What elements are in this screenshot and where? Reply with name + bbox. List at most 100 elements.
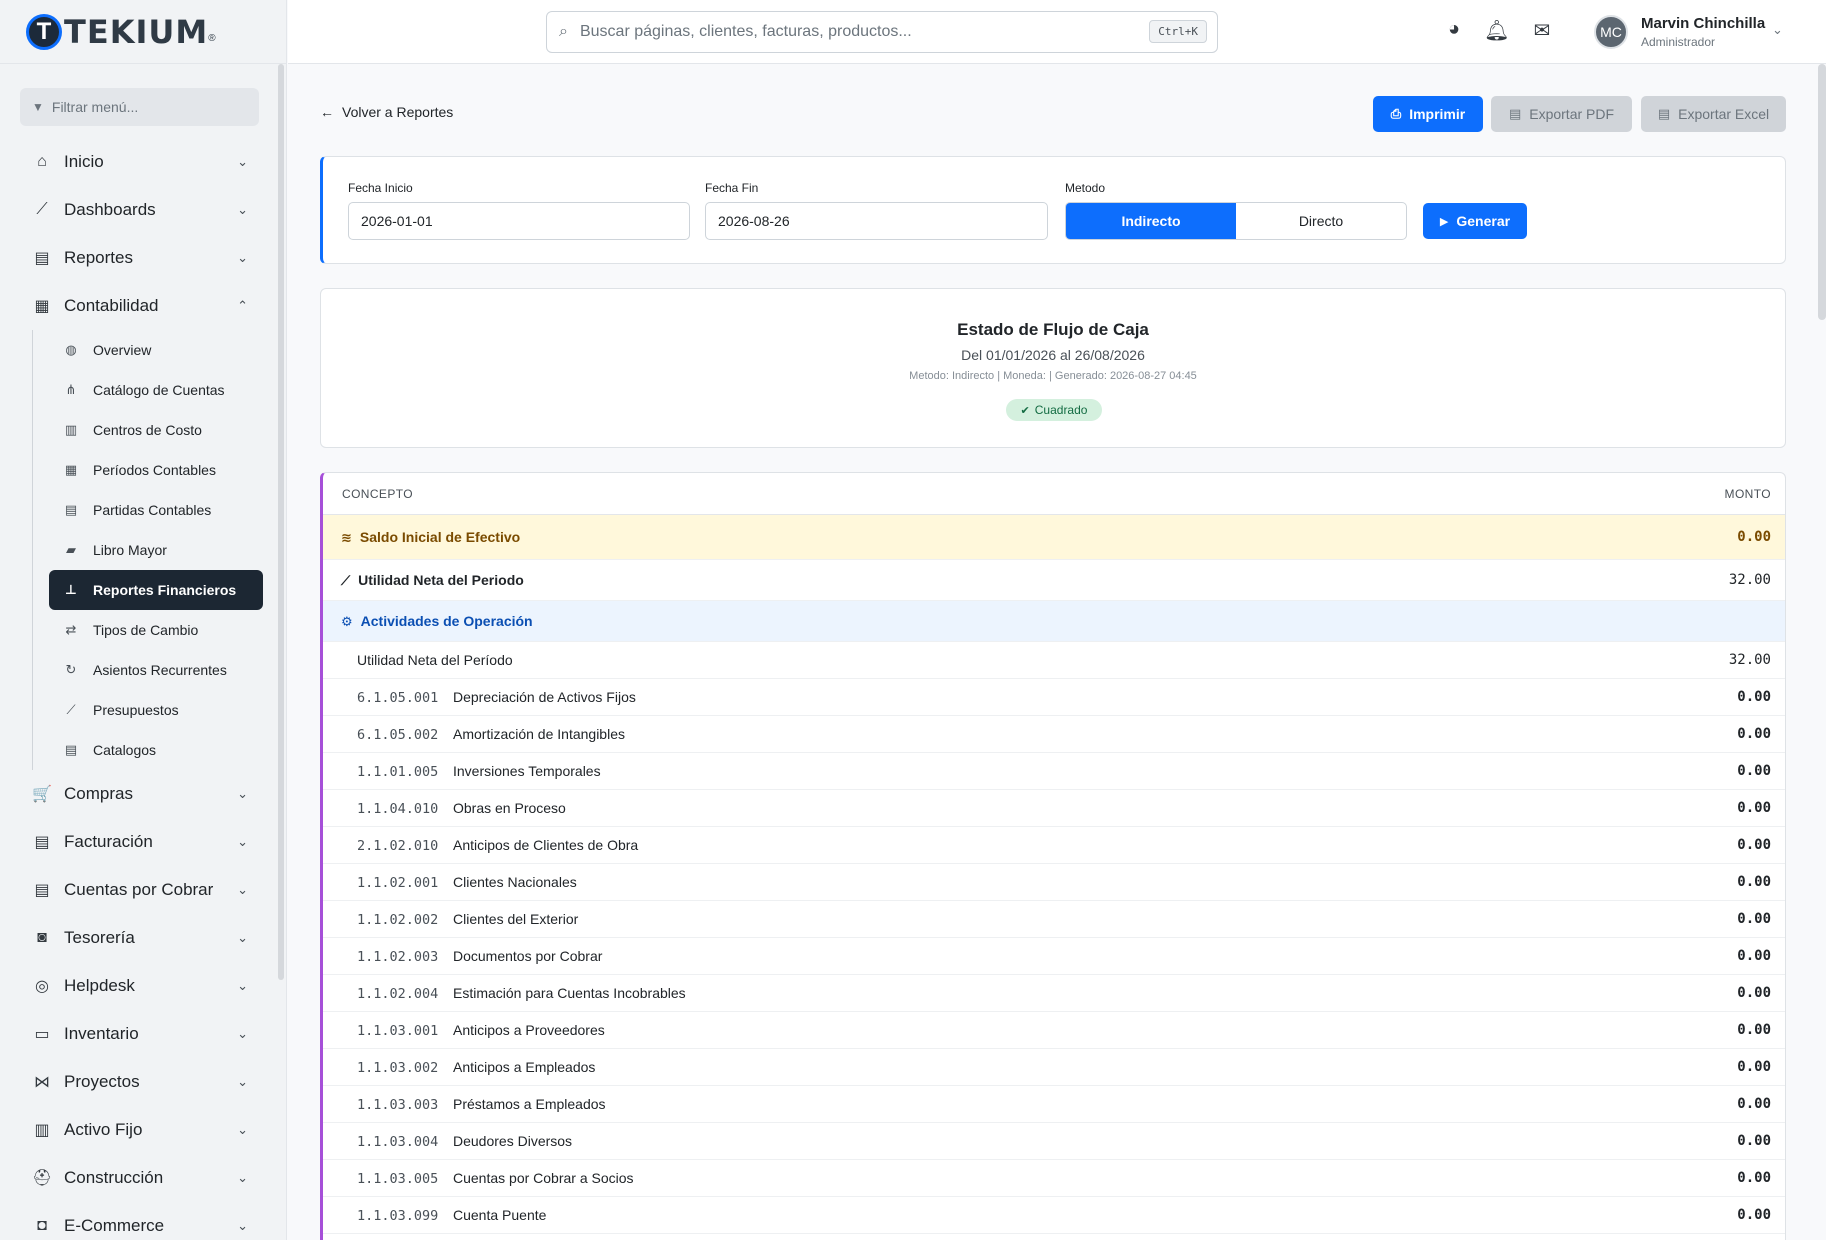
sidebar-item-construccion[interactable]: ⛑ Construcción ⌄: [0, 1154, 286, 1202]
sidebar-subitem-libro-mayor[interactable]: ▰ Libro Mayor: [49, 530, 263, 570]
generate-button[interactable]: ▶ Generar: [1423, 203, 1527, 239]
calendar-icon: ▦: [64, 462, 78, 477]
hard-hat-icon: ⛑: [32, 1170, 53, 1187]
row-amount: 0.00: [1737, 948, 1771, 964]
column-concept: CONCEPTO: [342, 486, 413, 501]
export-pdf-label: Exportar PDF: [1529, 106, 1615, 122]
sidebar-item-label: Contabilidad: [64, 296, 159, 315]
account-name: Cuenta Puente: [453, 1206, 547, 1223]
row-amount: 0.00: [1737, 1096, 1771, 1112]
table-row: 1.1.03.002 Anticipos a Empleados 0.00: [323, 1049, 1785, 1086]
export-pdf-button[interactable]: ▤ Exportar PDF: [1491, 96, 1632, 132]
sidebar-item-cuentas-cobrar[interactable]: ▤ Cuentas por Cobrar ⌄: [0, 866, 286, 914]
table-row: 1.1.04.010 Obras en Proceso 0.00: [323, 790, 1785, 827]
avatar[interactable]: MC: [1594, 15, 1628, 49]
sidebar-item-proyectos[interactable]: ⋈ Proyectos ⌄: [0, 1058, 286, 1106]
sidebar-subitem-presupuestos[interactable]: ⟋ Presupuestos: [49, 690, 263, 730]
account-name: Cuentas por Cobrar a Socios: [453, 1169, 634, 1186]
chevron-down-icon[interactable]: ⌄: [1772, 22, 1783, 38]
account-name: Clientes del Exterior: [453, 910, 579, 927]
line-chart-icon: ⟋: [66, 702, 76, 717]
sidebar-subitem-partidas[interactable]: ▤ Partidas Contables: [49, 490, 263, 530]
bell-icon[interactable]: 🔔︎: [1484, 18, 1509, 43]
user-name[interactable]: Marvin Chinchilla: [1641, 15, 1765, 32]
sidebar-item-inventario[interactable]: ▭ Inventario ⌄: [0, 1010, 286, 1058]
end-date-input[interactable]: 2026-08-26: [705, 202, 1048, 240]
sidebar-item-contabilidad[interactable]: ▦ Contabilidad ⌃: [0, 282, 286, 330]
logo-mark-icon: T: [26, 13, 62, 50]
sidebar-subitem-overview[interactable]: ◍ Overview: [49, 330, 263, 370]
export-excel-button[interactable]: ▤ Exportar Excel: [1641, 96, 1786, 132]
column-amount: MONTO: [1724, 486, 1771, 501]
brand-name: TEKIUM: [64, 12, 209, 51]
row-amount: 0.00: [1737, 1133, 1771, 1149]
table-row: 1.1.03.004 Deudores Diversos 0.00: [323, 1123, 1785, 1160]
print-label: Imprimir: [1409, 106, 1466, 122]
table-row: 1.1.02.002 Clientes del Exterior 0.00: [323, 901, 1785, 938]
sidebar-item-facturacion[interactable]: ▤ Facturación ⌄: [0, 818, 286, 866]
brand-logo[interactable]: T TEKIUM ®: [0, 0, 286, 64]
building-icon: ▥: [64, 422, 78, 437]
table-row-net-income: ⟋ Utilidad Neta del Periodo 32.00: [323, 560, 1785, 601]
sidebar-item-label: Facturación: [64, 832, 153, 851]
row-amount: 0.00: [1737, 837, 1771, 853]
table-row: 1.1.03.005 Cuentas por Cobrar a Socios 0.0…: [323, 1160, 1785, 1197]
sidebar-subitem-catalogo-cuentas[interactable]: ⋔ Catálogo de Cuentas: [49, 370, 263, 410]
file-icon: ▤: [34, 250, 50, 267]
sidebar-item-helpdesk[interactable]: ◎ Helpdesk ⌄: [0, 962, 286, 1010]
chevron-down-icon: ⌄: [237, 250, 248, 265]
file-pdf-icon: ▤: [1508, 106, 1522, 121]
account-name: Estimación para Cuentas Incobrables: [453, 984, 686, 1001]
line-chart-icon: ⟋: [341, 572, 351, 588]
account-code: 1.1.02.002: [357, 911, 439, 928]
sidebar-subitem-catalogos[interactable]: ▤ Catalogos: [49, 730, 263, 770]
vault-icon: ◙: [37, 929, 47, 946]
row-amount: 0.00: [1737, 1170, 1771, 1186]
project-diagram-icon: ⋈: [34, 1074, 50, 1091]
sidebar-item-label: Inventario: [64, 1024, 139, 1043]
sidebar-subitem-asientos[interactable]: ↻ Asientos Recurrentes: [49, 650, 263, 690]
sidebar-item-activo-fijo[interactable]: ▥ Activo Fijo ⌄: [0, 1106, 286, 1154]
sidebar-item-compras[interactable]: 🛒 Compras ⌄: [0, 770, 286, 818]
sidebar-item-inicio[interactable]: ⌂ Inicio ⌄: [0, 138, 286, 186]
sidebar-item-ecommerce[interactable]: ◘ E-Commerce ⌄: [0, 1202, 286, 1240]
sidebar-item-reportes[interactable]: ▤ Reportes ⌄: [0, 234, 286, 282]
sidebar-subitem-tipos-cambio[interactable]: ⇄ Tipos de Cambio: [49, 610, 263, 650]
sitemap-icon: ⋔: [65, 382, 77, 397]
user-role: Administrador: [1641, 35, 1716, 49]
sidebar-subitem-reportes-financieros[interactable]: ⊥ Reportes Financieros: [49, 570, 263, 610]
account-code: 1.1.02.004: [357, 985, 439, 1002]
sidebar-subitem-periodos[interactable]: ▦ Períodos Contables: [49, 450, 263, 490]
print-button[interactable]: ⎙ Imprimir: [1373, 96, 1483, 132]
start-date-input[interactable]: 2026-01-01: [348, 202, 690, 240]
envelope-icon[interactable]: ✉: [1533, 18, 1550, 43]
home-icon: ⌂: [37, 153, 47, 170]
printer-icon: ⎙: [1390, 106, 1402, 121]
chevron-down-icon: ⌄: [237, 1122, 248, 1137]
open-book-icon: ▰: [66, 542, 76, 557]
cart-icon: 🛒: [32, 786, 52, 803]
status-badge: ✔ Cuadrado: [1006, 399, 1102, 421]
table-row-section-operations: ⚙ Actividades de Operación: [323, 601, 1785, 642]
account-code: 1.1.01.005: [357, 763, 439, 780]
sidebar-item-dashboards[interactable]: ⟋ Dashboards ⌄: [0, 186, 286, 234]
method-direct-option[interactable]: Directo: [1236, 203, 1406, 239]
chevron-down-icon: ⌄: [237, 834, 248, 849]
table-row: 6.1.05.002 Amortización de Intangibles 0.0…: [323, 716, 1785, 753]
method-toggle: Indirecto Directo: [1065, 202, 1407, 240]
sidebar-subitem-label: Catalogos: [93, 742, 157, 758]
account-code: 1.1.03.099: [357, 1207, 439, 1224]
invoice-dollar-icon: ▤: [34, 882, 50, 899]
sidebar-subitem-centros-costo[interactable]: ▥ Centros de Costo: [49, 410, 263, 450]
cash-flow-table: CONCEPTO MONTO ≋ Saldo Inicial de Efectiv…: [320, 472, 1786, 1240]
sidebar-item-label: E-Commerce: [64, 1216, 165, 1235]
main-scrollbar[interactable]: [1818, 64, 1826, 320]
menu-filter-input[interactable]: ▼ Filtrar menú...: [20, 88, 259, 126]
table-row: 1.1.02.001 Clientes Nacionales 0.00: [323, 864, 1785, 901]
global-search-input[interactable]: ⌕ Buscar páginas, clientes, facturas, pr…: [546, 11, 1218, 53]
palette-icon[interactable]: ◕: [1448, 18, 1460, 43]
back-to-reports-link[interactable]: ← Volver a Reportes: [320, 104, 453, 120]
sidebar-item-tesoreria[interactable]: ◙ Tesorería ⌄: [0, 914, 286, 962]
account-name: Utilidad Neta del Período: [357, 652, 513, 668]
method-indirect-option[interactable]: Indirecto: [1066, 203, 1236, 239]
